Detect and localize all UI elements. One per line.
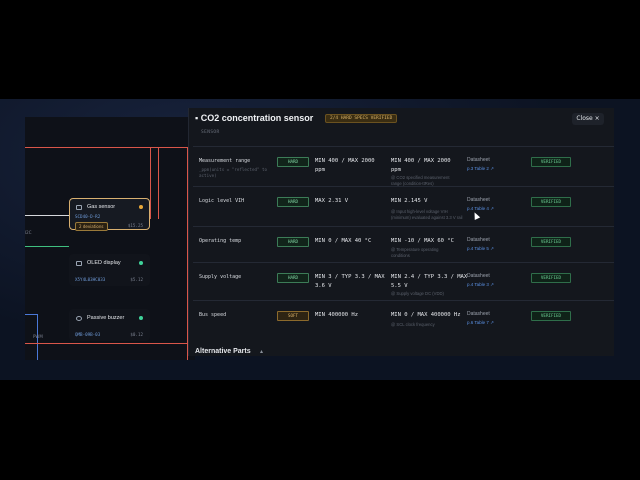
verified-badge: VERIFIED (531, 237, 571, 247)
buzzer-icon (76, 316, 82, 321)
measured-value: MIN 0 / MAX 400000 Hz (391, 312, 461, 318)
node-title: Gas sensor (87, 204, 116, 210)
part-spec-modal: ▪ CO2 concentration sensor 2/4 HARD SPEC… (188, 108, 614, 356)
part-price: $15.25 (127, 223, 143, 228)
datasheet-link[interactable]: p.4 Table 3 ↗ (467, 282, 494, 288)
table-row: Logic level VIH HARD MAX 2.31 V MIN 2.14… (193, 186, 614, 226)
source-label: Datasheet (467, 237, 490, 243)
wire-white (25, 215, 69, 216)
measured-note: @ SCL clock frequency (391, 322, 435, 327)
close-label: Close (576, 115, 593, 122)
datasheet-link[interactable]: p.4 Table 5 ↗ (467, 246, 494, 252)
node-title: OLED display (87, 260, 121, 266)
bottom-edge-label: PWM (33, 334, 43, 339)
table-row: Supply voltage HARD MIN 3 / TYP 3.3 / MA… (193, 262, 614, 300)
part-number: X5Y4L03HC033 (75, 277, 106, 282)
verified-badge: VERIFIED (531, 273, 571, 283)
part-price: $5.12 (130, 277, 143, 282)
source-label: Datasheet (467, 157, 490, 163)
wire-red-bottom (25, 343, 195, 344)
hard-tag: HARD (277, 157, 309, 167)
display-icon (76, 261, 82, 266)
node-gas-sensor[interactable]: Gas sensor SCD40-D-R2 2 deviations $15.2… (69, 198, 150, 231)
spec-value: MIN 400 / MAX 2000 ppm (315, 158, 375, 173)
status-dot (139, 205, 143, 209)
modal-title: ▪ CO2 concentration sensor (195, 113, 314, 123)
table-row: Operating temp HARD MIN 0 / MAX 40 °C MI… (193, 226, 614, 262)
edge-label: I2C (25, 230, 32, 235)
part-number: QMB-09B-03 (75, 332, 101, 337)
chevron-up-icon[interactable]: ▴ (260, 348, 263, 355)
verified-badge: VERIFIED (531, 157, 571, 167)
param-name: Measurement range (199, 158, 251, 164)
measured-note: @ Input high-level voltage VIH (minimum)… (391, 209, 463, 220)
source-label: Datasheet (467, 311, 490, 317)
measured-value: MIN 2.4 / TYP 3.3 / MAX 5.5 V (391, 274, 468, 289)
node-passive-buzzer[interactable]: Passive buzzer QMB-09B-03 $0.12 (69, 309, 150, 341)
wire-green (25, 246, 69, 247)
wire-blue (25, 314, 37, 315)
alternative-parts-heading[interactable]: Alternative Parts (195, 348, 251, 355)
verified-badge: VERIFIED (531, 311, 571, 321)
measured-value: MIN 2.145 V (391, 198, 428, 204)
verified-badge: VERIFIED (531, 197, 571, 207)
datasheet-link[interactable]: p.6 Table 7 ↗ (467, 320, 494, 326)
wire-red-v2 (158, 147, 159, 219)
spec-verified-badge: 2/4 HARD SPECS VERIFIED (325, 114, 398, 123)
node-oled-display[interactable]: OLED display X5Y4L03HC033 $5.12 (69, 254, 150, 286)
schematic-canvas[interactable]: I2C PWM Gas sensor SCD40-D-R2 2 deviatio… (25, 117, 195, 360)
param-name: Supply voltage (199, 274, 242, 280)
spec-value: MIN 400000 Hz (315, 312, 359, 318)
close-icon: × (594, 115, 600, 122)
param-name: Logic level VIH (199, 198, 245, 204)
sensor-icon (76, 205, 82, 210)
section-label: SENSOR (201, 130, 220, 135)
datasheet-link[interactable]: p.4 Table 4 ↗ (467, 206, 494, 212)
source-label: Datasheet (467, 273, 490, 279)
close-button[interactable]: Close × (572, 113, 604, 125)
part-number: SCD40-D-R2 (75, 214, 101, 219)
measured-note: @ CO2 specified measurement range (condi… (391, 175, 450, 186)
measured-value: MIN 400 / MAX 2000 ppm (391, 158, 451, 173)
deviation-badge[interactable]: 2 deviations (75, 222, 108, 231)
node-title: Passive buzzer (87, 315, 125, 321)
hard-tag: HARD (277, 197, 309, 207)
modal-header: ▪ CO2 concentration sensor 2/4 HARD SPEC… (189, 108, 614, 148)
measured-note: @ Supply voltage DC (VDD) (391, 291, 444, 296)
hard-tag: HARD (277, 237, 309, 247)
table-row: Measurement range _ppm(units = "reflecte… (193, 146, 614, 186)
soft-tag: SOFT (277, 311, 309, 321)
hard-tag: HARD (277, 273, 309, 283)
measured-note: @ Temperature operating conditions (391, 247, 439, 258)
wire-red-v1 (150, 147, 151, 219)
param-note: _ppm(units = "reflected" to active) (199, 167, 268, 178)
status-dot (139, 316, 143, 320)
part-price: $0.12 (130, 332, 143, 337)
param-name: Bus speed (199, 312, 227, 318)
measured-value: MIN -10 / MAX 60 °C (391, 238, 454, 244)
status-dot (139, 261, 143, 265)
spec-value: MIN 0 / MAX 40 °C (315, 238, 372, 244)
wire-red-top (25, 147, 195, 148)
spec-value: MIN 3 / TYP 3.3 / MAX 3.6 V (315, 274, 385, 289)
table-row: Bus speed SOFT MIN 400000 Hz MIN 0 / MAX… (193, 300, 614, 340)
spec-value: MAX 2.31 V (315, 198, 349, 204)
param-name: Operating temp (199, 238, 242, 244)
datasheet-link[interactable]: p.3 Table 2 ↗ (467, 166, 494, 172)
source-label: Datasheet (467, 197, 490, 203)
